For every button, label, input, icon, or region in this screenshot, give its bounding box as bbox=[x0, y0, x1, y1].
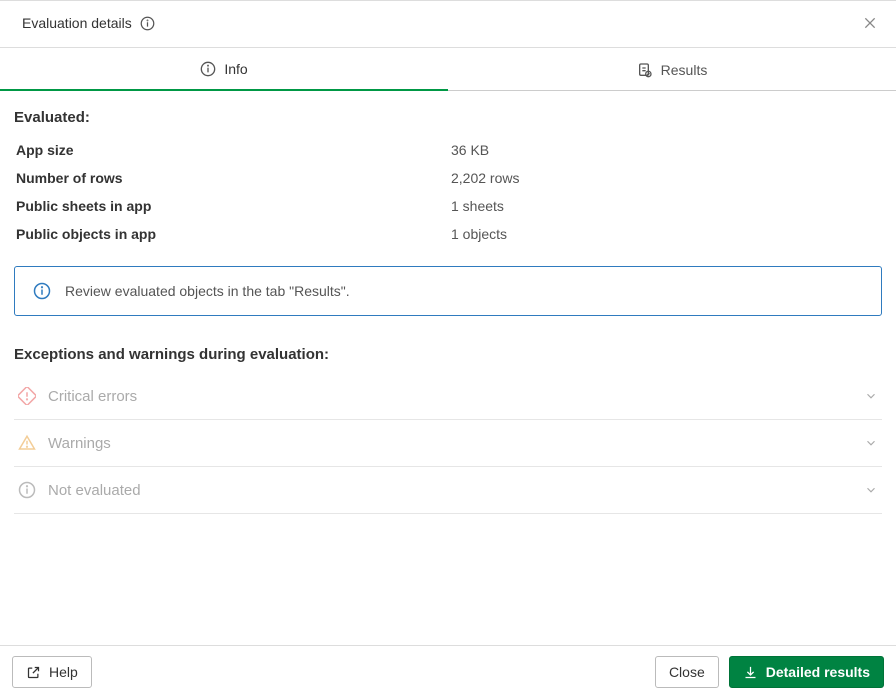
accordion-label: Warnings bbox=[48, 435, 852, 452]
row-label: App size bbox=[16, 142, 451, 158]
accordion-critical-errors[interactable]: Critical errors bbox=[14, 373, 882, 420]
exceptions-heading: Exceptions and warnings during evaluatio… bbox=[14, 346, 882, 363]
dialog-content: Evaluated: App size 36 KB Number of rows… bbox=[0, 91, 896, 645]
tab-info-label: Info bbox=[224, 61, 247, 77]
detailed-results-label: Detailed results bbox=[766, 664, 870, 680]
evaluated-heading: Evaluated: bbox=[14, 109, 882, 126]
review-results-banner: Review evaluated objects in the tab "Res… bbox=[14, 266, 882, 316]
row-value: 1 objects bbox=[451, 226, 507, 242]
help-button-label: Help bbox=[49, 664, 78, 680]
dialog-footer: Help Close Detailed results bbox=[0, 645, 896, 698]
row-number-of-rows: Number of rows 2,202 rows bbox=[14, 164, 882, 192]
row-label: Public sheets in app bbox=[16, 198, 451, 214]
accordion-label: Critical errors bbox=[48, 388, 852, 405]
exceptions-list: Critical errors Warnings Not evaluated bbox=[14, 373, 882, 514]
row-label: Public objects in app bbox=[16, 226, 451, 242]
detailed-results-button[interactable]: Detailed results bbox=[729, 656, 884, 688]
tab-results[interactable]: Results bbox=[448, 48, 896, 90]
info-icon bbox=[33, 282, 51, 300]
row-value: 2,202 rows bbox=[451, 170, 519, 186]
tabs: Info Results bbox=[0, 48, 896, 91]
close-button[interactable]: Close bbox=[655, 656, 719, 688]
row-app-size: App size 36 KB bbox=[14, 136, 882, 164]
chevron-down-icon bbox=[864, 483, 878, 497]
help-button[interactable]: Help bbox=[12, 656, 92, 688]
evaluation-details-dialog: Evaluation details Info Results Evaluate… bbox=[0, 0, 896, 698]
results-icon bbox=[637, 62, 653, 78]
chevron-down-icon bbox=[864, 436, 878, 450]
tab-info[interactable]: Info bbox=[0, 48, 448, 91]
row-value: 36 KB bbox=[451, 142, 489, 158]
tab-results-label: Results bbox=[661, 62, 708, 78]
chevron-down-icon bbox=[864, 389, 878, 403]
accordion-warnings[interactable]: Warnings bbox=[14, 420, 882, 467]
external-link-icon bbox=[26, 665, 41, 680]
critical-error-icon bbox=[18, 387, 36, 405]
info-icon[interactable] bbox=[140, 16, 155, 31]
evaluated-list: App size 36 KB Number of rows 2,202 rows… bbox=[14, 136, 882, 248]
info-icon bbox=[200, 61, 216, 77]
close-icon[interactable] bbox=[858, 11, 882, 35]
accordion-not-evaluated[interactable]: Not evaluated bbox=[14, 467, 882, 514]
dialog-header: Evaluation details bbox=[0, 1, 896, 48]
dialog-title: Evaluation details bbox=[22, 15, 132, 31]
accordion-label: Not evaluated bbox=[48, 482, 852, 499]
row-label: Number of rows bbox=[16, 170, 451, 186]
row-public-sheets: Public sheets in app 1 sheets bbox=[14, 192, 882, 220]
warning-icon bbox=[18, 434, 36, 452]
info-icon bbox=[18, 481, 36, 499]
row-value: 1 sheets bbox=[451, 198, 504, 214]
banner-text: Review evaluated objects in the tab "Res… bbox=[65, 283, 350, 299]
row-public-objects: Public objects in app 1 objects bbox=[14, 220, 882, 248]
download-icon bbox=[743, 665, 758, 680]
close-button-label: Close bbox=[669, 664, 705, 680]
